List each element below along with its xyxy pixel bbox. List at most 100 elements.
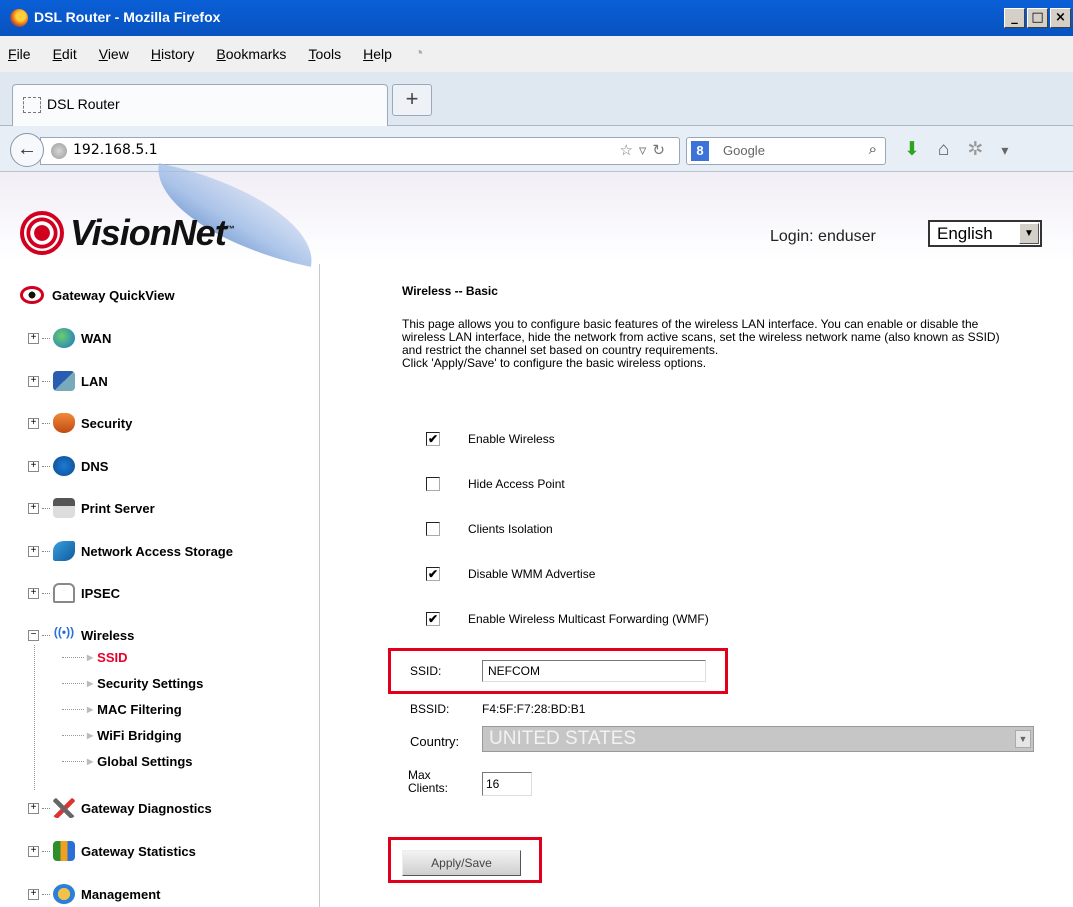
menu-file[interactable]: File <box>8 46 31 62</box>
close-button[interactable]: × <box>1050 8 1071 28</box>
expand-icon[interactable]: + <box>28 845 39 857</box>
sidebar-subitem-mac-filtering[interactable]: ▶ MAC Filtering <box>62 702 182 717</box>
router-page: VisionNet™ Login: enduser English ▼ Gate… <box>0 163 1073 907</box>
rss-icon: ◔ <box>413 45 424 62</box>
country-select[interactable]: UNITED STATES ▼ <box>482 726 1034 752</box>
url-text: 192.168.5.1 <box>73 142 158 158</box>
max-clients-label: Max Clients: <box>408 768 449 795</box>
expand-icon[interactable]: + <box>28 332 39 344</box>
chevron-down-icon[interactable]: ▾ <box>1001 142 1026 158</box>
sidebar-subitem-global-settings[interactable]: ▶ Global Settings <box>62 754 193 769</box>
maximize-button[interactable]: □ <box>1027 8 1048 28</box>
menu-history[interactable]: History <box>151 46 195 62</box>
expand-icon[interactable]: + <box>28 502 39 514</box>
sidebar-subitem-ssid[interactable]: ▶ SSID <box>62 650 128 665</box>
gear-icon <box>53 884 75 904</box>
new-tab-button[interactable]: + <box>392 84 432 116</box>
page-description: This page allows you to configure basic … <box>402 317 1000 370</box>
chevron-down-icon: ▼ <box>1015 730 1031 748</box>
tab-title: DSL Router <box>47 96 120 112</box>
disable-wmm-checkbox[interactable]: ✔ <box>426 567 440 581</box>
clients-isolation-checkbox[interactable] <box>426 522 440 536</box>
sidebar-item-ipsec[interactable]: + IPSEC <box>28 583 120 603</box>
wmf-checkbox[interactable]: ✔ <box>426 612 440 626</box>
max-clients-input[interactable]: 16 <box>482 772 532 796</box>
printer-icon <box>53 498 75 518</box>
google-icon: 8 <box>691 141 709 161</box>
menu-tools[interactable]: Tools <box>308 46 341 62</box>
browser-tab[interactable]: DSL Router <box>12 84 388 126</box>
sidebar-item-wireless[interactable]: − ((•)) Wireless <box>28 625 134 645</box>
sidebar-item-wan[interactable]: + WAN <box>28 328 111 348</box>
window-titlebar: DSL Router - Mozilla Firefox _ □ × <box>0 0 1073 36</box>
clients-isolation-option: Clients Isolation <box>426 522 553 536</box>
tree-line <box>34 645 35 790</box>
collapse-icon[interactable]: − <box>28 629 39 641</box>
url-tools[interactable]: ☆▿↻ <box>619 141 671 159</box>
tab-bar: DSL Router + <box>0 72 1073 126</box>
sidebar-item-statistics[interactable]: + Gateway Statistics <box>28 841 196 861</box>
home-icon[interactable]: ⌂ <box>938 139 967 160</box>
addon-icon[interactable]: ✲ <box>967 139 1001 160</box>
language-value: English <box>937 224 993 243</box>
country-label: Country: <box>410 734 460 749</box>
tools-icon <box>53 798 75 818</box>
menu-edit[interactable]: Edit <box>53 46 77 62</box>
apply-highlight-box <box>388 837 542 883</box>
sidebar-item-security[interactable]: + Security <box>28 413 132 433</box>
computer-icon <box>53 371 75 391</box>
sidebar-item-diagnostics[interactable]: + Gateway Diagnostics <box>28 798 212 818</box>
bssid-value: F4:5F:F7:28:BD:B1 <box>482 702 586 716</box>
ssid-highlight-box <box>388 648 728 694</box>
expand-icon[interactable]: + <box>28 417 39 429</box>
sidebar-item-nas[interactable]: + Network Access Storage <box>28 541 233 561</box>
bar-chart-icon <box>53 841 75 861</box>
expand-icon[interactable]: + <box>28 545 39 557</box>
language-select[interactable]: English ▼ <box>928 220 1042 247</box>
bullet-icon: ▶ <box>87 705 94 714</box>
hide-access-point-checkbox[interactable] <box>426 477 440 491</box>
sidebar-item-lan[interactable]: + LAN <box>28 371 108 391</box>
lock-icon <box>53 583 75 603</box>
chevron-down-icon: ▼ <box>1019 223 1039 244</box>
download-icon[interactable]: ⬇ <box>904 139 938 160</box>
page-icon <box>23 97 41 114</box>
sidebar-item-print-server[interactable]: + Print Server <box>28 498 155 518</box>
back-button[interactable]: ← <box>10 133 44 167</box>
wireless-icon: ((•)) <box>53 625 75 639</box>
expand-icon[interactable]: + <box>28 587 39 599</box>
brand-name: VisionNet <box>70 212 227 253</box>
search-box[interactable]: 8 Google ⌕ <box>686 137 886 165</box>
expand-icon[interactable]: + <box>28 460 39 472</box>
sidebar-subitem-wifi-bridging[interactable]: ▶ WiFi Bridging <box>62 728 182 743</box>
sidebar-item-dns[interactable]: + DNS <box>28 456 108 476</box>
menu-help[interactable]: Help <box>363 46 392 62</box>
hide-access-point-option: Hide Access Point <box>426 477 565 491</box>
expand-icon[interactable]: + <box>28 375 39 387</box>
bullet-icon: ▶ <box>87 731 94 740</box>
shield-icon <box>53 413 75 433</box>
window-controls: _ □ × <box>1002 8 1071 28</box>
menu-bookmarks[interactable]: Bookmarks <box>216 46 286 62</box>
url-bar[interactable]: 192.168.5.1 ☆▿↻ <box>40 137 680 165</box>
sidebar-item-quickview[interactable]: Gateway QuickView <box>20 286 175 304</box>
quickview-label: Gateway QuickView <box>52 287 175 303</box>
quickview-icon <box>20 286 44 304</box>
bullet-icon: ▶ <box>87 679 94 688</box>
sidebar-nav: Gateway QuickView + WAN + LAN + Security + D… <box>0 264 320 907</box>
country-value: UNITED STATES <box>489 728 637 749</box>
enable-wireless-checkbox[interactable]: ✔ <box>426 432 440 446</box>
disable-wmm-option: ✔ Disable WMM Advertise <box>426 567 596 581</box>
firefox-icon <box>10 9 28 27</box>
menu-view[interactable]: View <box>99 46 129 62</box>
expand-icon[interactable]: + <box>28 888 39 900</box>
storage-icon <box>53 541 75 561</box>
search-placeholder: Google <box>723 143 765 158</box>
sidebar-item-management[interactable]: + Management <box>28 884 160 904</box>
expand-icon[interactable]: + <box>28 802 39 814</box>
bullet-icon: ▶ <box>87 653 94 662</box>
window-title: DSL Router - Mozilla Firefox <box>34 9 221 25</box>
search-icon[interactable]: ⌕ <box>869 141 877 158</box>
sidebar-subitem-security-settings[interactable]: ▶ Security Settings <box>62 676 203 691</box>
minimize-button[interactable]: _ <box>1004 8 1025 28</box>
